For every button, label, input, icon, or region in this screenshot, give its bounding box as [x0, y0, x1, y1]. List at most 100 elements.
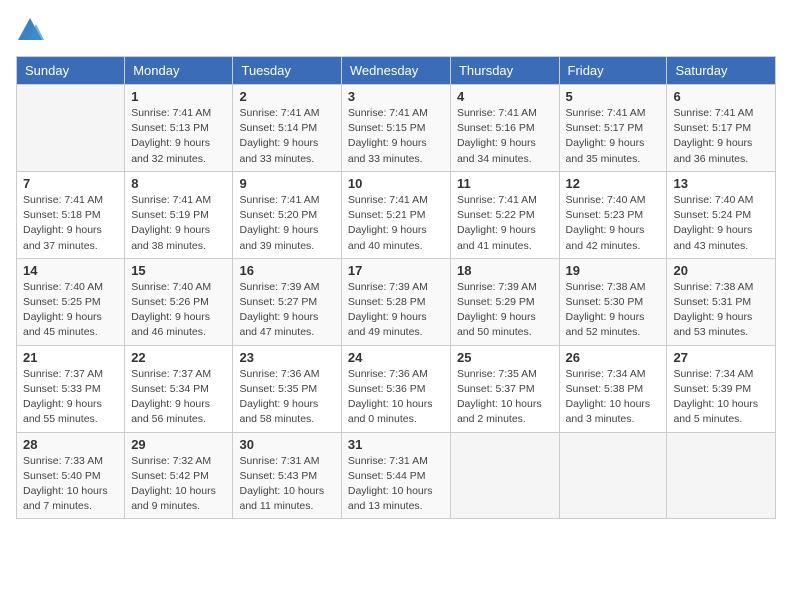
calendar-cell: 28 Sunrise: 7:33 AMSunset: 5:40 PMDayligh… — [17, 432, 125, 519]
day-info: Sunrise: 7:31 AMSunset: 5:44 PMDaylight:… — [348, 454, 444, 515]
day-number: 14 — [23, 263, 118, 278]
calendar-cell: 25 Sunrise: 7:35 AMSunset: 5:37 PMDayligh… — [450, 345, 559, 432]
day-info: Sunrise: 7:39 AMSunset: 5:28 PMDaylight:… — [348, 280, 444, 341]
day-number: 13 — [673, 176, 769, 191]
day-number: 2 — [239, 89, 334, 104]
calendar-cell: 21Sunrise: 7:37 AMSunset: 5:33 PMDayligh… — [17, 345, 125, 432]
day-number: 9 — [239, 176, 334, 191]
day-info: Sunrise: 7:40 AMSunset: 5:24 PMDaylight:… — [673, 193, 769, 254]
day-number: 25 — [457, 350, 553, 365]
day-info: Sunrise: 7:36 AMSunset: 5:36 PMDaylight:… — [348, 367, 444, 428]
day-number: 11 — [457, 176, 553, 191]
day-number: 6 — [673, 89, 769, 104]
day-number: 7 — [23, 176, 118, 191]
days-header-row: SundayMondayTuesdayWednesdayThursdayFrid… — [17, 57, 776, 85]
day-header-thursday: Thursday — [450, 57, 559, 85]
day-header-friday: Friday — [559, 57, 667, 85]
calendar-cell: 31 Sunrise: 7:31 AMSunset: 5:44 PMDayligh… — [341, 432, 450, 519]
calendar-cell: 30Sunrise: 7:31 AMSunset: 5:43 PMDayligh… — [233, 432, 341, 519]
day-header-sunday: Sunday — [17, 57, 125, 85]
calendar-cell — [17, 85, 125, 172]
calendar-cell: 12 Sunrise: 7:40 AMSunset: 5:23 PMDayligh… — [559, 171, 667, 258]
day-info: Sunrise: 7:35 AMSunset: 5:37 PMDaylight:… — [457, 367, 553, 428]
day-number: 3 — [348, 89, 444, 104]
calendar-cell: 4 Sunrise: 7:41 AMSunset: 5:16 PMDaylight… — [450, 85, 559, 172]
day-info: Sunrise: 7:41 AMSunset: 5:19 PMDaylight:… — [131, 193, 226, 254]
day-info: Sunrise: 7:41 AMSunset: 5:21 PMDaylight:… — [348, 193, 444, 254]
page-header — [16, 16, 776, 44]
day-info: Sunrise: 7:33 AMSunset: 5:40 PMDaylight:… — [23, 454, 118, 515]
calendar-cell: 2 Sunrise: 7:41 AMSunset: 5:14 PMDaylight… — [233, 85, 341, 172]
calendar-cell: 7 Sunrise: 7:41 AMSunset: 5:18 PMDaylight… — [17, 171, 125, 258]
day-number: 10 — [348, 176, 444, 191]
calendar-cell: 13 Sunrise: 7:40 AMSunset: 5:24 PMDayligh… — [667, 171, 776, 258]
week-row-5: 28 Sunrise: 7:33 AMSunset: 5:40 PMDayligh… — [17, 432, 776, 519]
calendar-cell: 24 Sunrise: 7:36 AMSunset: 5:36 PMDayligh… — [341, 345, 450, 432]
day-info: Sunrise: 7:38 AMSunset: 5:31 PMDaylight:… — [673, 280, 769, 341]
calendar-cell — [667, 432, 776, 519]
day-info: Sunrise: 7:38 AMSunset: 5:30 PMDaylight:… — [566, 280, 661, 341]
day-info: Sunrise: 7:40 AMSunset: 5:23 PMDaylight:… — [566, 193, 661, 254]
day-number: 5 — [566, 89, 661, 104]
day-info: Sunrise: 7:41 AMSunset: 5:22 PMDaylight:… — [457, 193, 553, 254]
calendar-cell: 5 Sunrise: 7:41 AMSunset: 5:17 PMDaylight… — [559, 85, 667, 172]
calendar-cell: 18 Sunrise: 7:39 AMSunset: 5:29 PMDayligh… — [450, 258, 559, 345]
day-info: Sunrise: 7:41 AMSunset: 5:20 PMDaylight:… — [239, 193, 334, 254]
day-number: 28 — [23, 437, 118, 452]
logo — [16, 16, 48, 44]
day-number: 30 — [239, 437, 334, 452]
calendar-cell: 1 Sunrise: 7:41 AMSunset: 5:13 PMDaylight… — [125, 85, 233, 172]
week-row-3: 14 Sunrise: 7:40 AMSunset: 5:25 PMDayligh… — [17, 258, 776, 345]
calendar-cell: 16Sunrise: 7:39 AMSunset: 5:27 PMDayligh… — [233, 258, 341, 345]
calendar-cell: 8 Sunrise: 7:41 AMSunset: 5:19 PMDaylight… — [125, 171, 233, 258]
day-number: 18 — [457, 263, 553, 278]
day-info: Sunrise: 7:34 AMSunset: 5:39 PMDaylight:… — [673, 367, 769, 428]
calendar-cell: 19 Sunrise: 7:38 AMSunset: 5:30 PMDayligh… — [559, 258, 667, 345]
day-number: 24 — [348, 350, 444, 365]
calendar-cell — [559, 432, 667, 519]
calendar-header: SundayMondayTuesdayWednesdayThursdayFrid… — [17, 57, 776, 85]
day-info: Sunrise: 7:41 AMSunset: 5:17 PMDaylight:… — [673, 106, 769, 167]
day-info: Sunrise: 7:37 AMSunset: 5:34 PMDaylight:… — [131, 367, 226, 428]
day-number: 23 — [239, 350, 334, 365]
calendar-cell: 10 Sunrise: 7:41 AMSunset: 5:21 PMDayligh… — [341, 171, 450, 258]
calendar-cell: 6 Sunrise: 7:41 AMSunset: 5:17 PMDaylight… — [667, 85, 776, 172]
day-header-tuesday: Tuesday — [233, 57, 341, 85]
day-info: Sunrise: 7:32 AMSunset: 5:42 PMDaylight:… — [131, 454, 226, 515]
logo-icon — [16, 16, 44, 44]
day-info: Sunrise: 7:41 AMSunset: 5:16 PMDaylight:… — [457, 106, 553, 167]
day-number: 12 — [566, 176, 661, 191]
calendar-body: 1 Sunrise: 7:41 AMSunset: 5:13 PMDaylight… — [17, 85, 776, 519]
calendar-cell: 29 Sunrise: 7:32 AMSunset: 5:42 PMDayligh… — [125, 432, 233, 519]
day-number: 19 — [566, 263, 661, 278]
day-number: 20 — [673, 263, 769, 278]
calendar-cell: 20 Sunrise: 7:38 AMSunset: 5:31 PMDayligh… — [667, 258, 776, 345]
day-header-monday: Monday — [125, 57, 233, 85]
calendar-cell: 23Sunrise: 7:36 AMSunset: 5:35 PMDayligh… — [233, 345, 341, 432]
day-header-wednesday: Wednesday — [341, 57, 450, 85]
day-info: Sunrise: 7:40 AMSunset: 5:26 PMDaylight:… — [131, 280, 226, 341]
day-info: Sunrise: 7:39 AMSunset: 5:29 PMDaylight:… — [457, 280, 553, 341]
calendar-cell: 17 Sunrise: 7:39 AMSunset: 5:28 PMDayligh… — [341, 258, 450, 345]
day-info: Sunrise: 7:41 AMSunset: 5:17 PMDaylight:… — [566, 106, 661, 167]
day-number: 8 — [131, 176, 226, 191]
day-number: 29 — [131, 437, 226, 452]
day-number: 31 — [348, 437, 444, 452]
day-number: 1 — [131, 89, 226, 104]
calendar-table: SundayMondayTuesdayWednesdayThursdayFrid… — [16, 56, 776, 519]
calendar-cell: 14 Sunrise: 7:40 AMSunset: 5:25 PMDayligh… — [17, 258, 125, 345]
calendar-cell: 11 Sunrise: 7:41 AMSunset: 5:22 PMDayligh… — [450, 171, 559, 258]
calendar-cell: 22Sunrise: 7:37 AMSunset: 5:34 PMDayligh… — [125, 345, 233, 432]
calendar-cell — [450, 432, 559, 519]
day-info: Sunrise: 7:41 AMSunset: 5:18 PMDaylight:… — [23, 193, 118, 254]
day-info: Sunrise: 7:41 AMSunset: 5:13 PMDaylight:… — [131, 106, 226, 167]
day-info: Sunrise: 7:37 AMSunset: 5:33 PMDaylight:… — [23, 367, 118, 428]
day-info: Sunrise: 7:39 AMSunset: 5:27 PMDaylight:… — [239, 280, 334, 341]
day-info: Sunrise: 7:41 AMSunset: 5:15 PMDaylight:… — [348, 106, 444, 167]
day-info: Sunrise: 7:40 AMSunset: 5:25 PMDaylight:… — [23, 280, 118, 341]
day-info: Sunrise: 7:34 AMSunset: 5:38 PMDaylight:… — [566, 367, 661, 428]
day-number: 17 — [348, 263, 444, 278]
calendar-cell: 26Sunrise: 7:34 AMSunset: 5:38 PMDayligh… — [559, 345, 667, 432]
day-info: Sunrise: 7:41 AMSunset: 5:14 PMDaylight:… — [239, 106, 334, 167]
day-number: 4 — [457, 89, 553, 104]
